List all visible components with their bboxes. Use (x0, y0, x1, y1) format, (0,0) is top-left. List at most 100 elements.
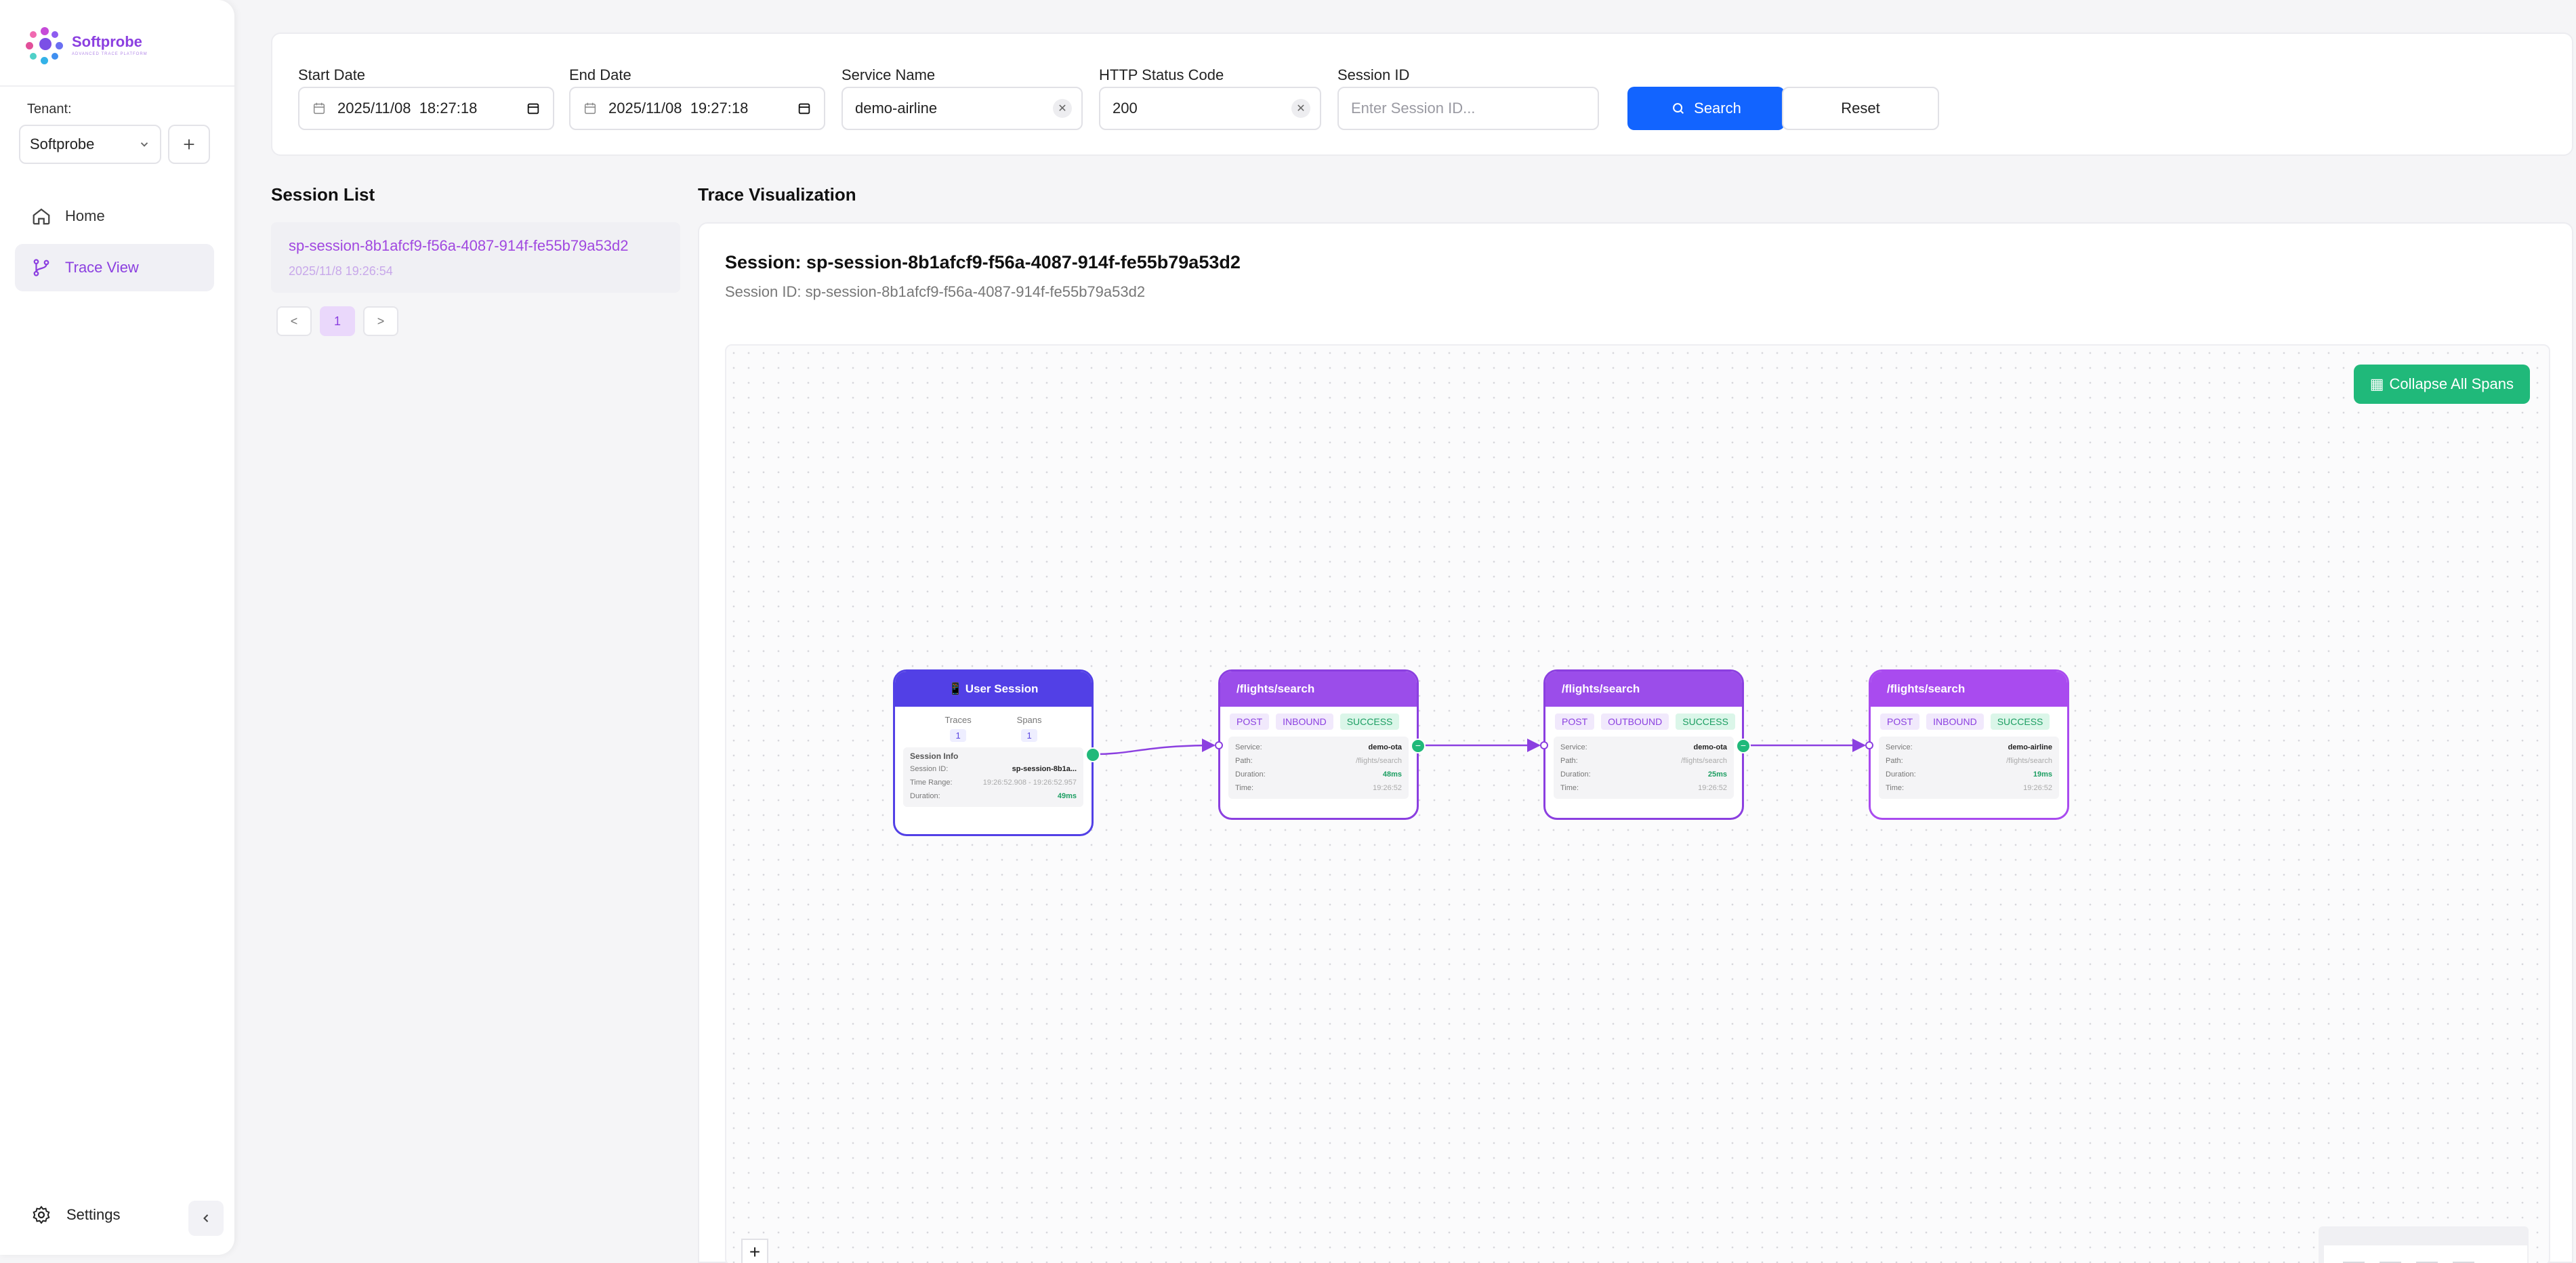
status-code-input[interactable]: 200 ✕ (1099, 87, 1321, 130)
reset-button[interactable]: Reset (1782, 87, 1939, 130)
method-tag: POST (1880, 713, 1920, 730)
end-date-value: 2025/11/08 19:27:18 (608, 100, 749, 117)
list-item[interactable]: sp-session-8b1afcf9-f56a-4087-914f-fe55b… (271, 222, 680, 293)
span-info-box: Service: demo-ota Path: /flights/search Du… (1554, 737, 1734, 799)
input-handle[interactable] (1865, 741, 1873, 749)
settings-link[interactable]: Settings (31, 1205, 121, 1225)
gear-icon (33, 1205, 50, 1224)
info-label: Duration: (1235, 770, 1266, 779)
add-tenant-button[interactable] (168, 125, 210, 164)
tenant-label: Tenant: (27, 102, 72, 117)
start-date-label: Start Date (298, 66, 366, 83)
trace-canvas[interactable]: ▦ Collapse All Spans 📱 User Session Trac… (725, 344, 2550, 1263)
info-value: 19:26:52 (1698, 784, 1727, 792)
logo[interactable]: Softprobe ADVANCED TRACE PLATFORM (26, 24, 148, 65)
session-list-title: Session List (271, 184, 375, 205)
collapse-span-handle[interactable]: − (1736, 739, 1751, 753)
logo-mark-icon (26, 24, 66, 65)
session-id-label: Session ID (1337, 66, 1410, 83)
info-label: Time Range: (910, 779, 953, 787)
info-value: 48ms (1382, 770, 1402, 779)
spans-count: 1 (1021, 729, 1037, 742)
direction-tag: INBOUND (1276, 713, 1333, 730)
session-item-id: sp-session-8b1afcf9-f56a-4087-914f-fe55b… (289, 237, 629, 254)
sidebar-item-label: Trace View (65, 259, 139, 276)
span-node[interactable]: /flights/search POST OUTBOUND SUCCESS Se… (1540, 669, 1751, 820)
span-title: /flights/search (1237, 682, 1315, 695)
span-title: /flights/search (1887, 682, 1966, 695)
span-header: /flights/search (1871, 671, 2067, 707)
input-handle[interactable] (1540, 741, 1548, 749)
prev-page-button[interactable]: < (276, 306, 312, 336)
span-node[interactable]: /flights/search POST INBOUND SUCCESS Ser… (1215, 669, 1426, 820)
user-session-node[interactable]: 📱 User Session Traces 1 Spans 1 Session … (893, 669, 1100, 836)
trace-session-title: Session: sp-session-8b1afcf9-f56a-4087-9… (725, 252, 1241, 272)
tenant-select-value: Softprobe (30, 136, 95, 152)
info-value: 25ms (1707, 770, 1727, 779)
calendar-icon (313, 102, 325, 115)
branch-icon (33, 259, 49, 276)
start-date-input[interactable]: 2025/11/08 18:27:18 (298, 87, 554, 130)
zoom-in-button[interactable]: + (741, 1239, 768, 1263)
trace-visualization-title: Trace Visualization (698, 184, 856, 205)
info-label: Service: (1560, 743, 1587, 751)
calendar-icon (584, 102, 596, 115)
filter-bar: Start Date 2025/11/08 18:27:18 End Date … (271, 33, 2573, 156)
search-button[interactable]: Search (1627, 87, 1785, 130)
info-value: 19:26:52 (1373, 784, 1402, 792)
sidebar-divider (0, 85, 234, 87)
session-info-title: Session Info (910, 751, 959, 761)
info-label: Time: (1235, 784, 1254, 792)
next-page-button[interactable]: > (363, 306, 398, 336)
span-info-box: Service: demo-ota Path: /flights/search Du… (1228, 737, 1409, 799)
minimap[interactable] (2319, 1226, 2529, 1263)
session-info-box: Session Info Session ID: sp-session-8b1a.… (903, 747, 1083, 807)
span-header: /flights/search (1545, 671, 1742, 707)
info-label: Path: (1560, 757, 1578, 765)
plus-icon (184, 139, 194, 150)
session-id-input[interactable]: Enter Session ID... (1337, 87, 1599, 130)
info-value: demo-ota (1693, 743, 1728, 751)
clear-icon[interactable]: ✕ (1291, 99, 1310, 118)
clear-icon[interactable]: ✕ (1053, 99, 1072, 118)
span-node[interactable]: /flights/search POST INBOUND SUCCESS Ser… (1865, 669, 2069, 820)
direction-tag: OUTBOUND (1601, 713, 1669, 730)
info-value: /flights/search (1681, 757, 1727, 765)
end-date-input[interactable]: 2025/11/08 19:27:18 (569, 87, 825, 130)
span-info-box: Service: demo-airline Path: /flights/searc… (1879, 737, 2059, 799)
search-icon (1673, 103, 1684, 115)
tenant-select[interactable]: Softprobe (19, 125, 161, 164)
chevron-down-icon (140, 142, 148, 147)
info-label: Service: (1886, 743, 1913, 751)
search-button-label: Search (1694, 100, 1741, 117)
status-badge: SUCCESS (1990, 713, 2050, 730)
info-value: 19:26:52 (2023, 784, 2052, 792)
page-1-button[interactable]: 1 (320, 306, 355, 336)
collapse-span-handle[interactable]: − (1411, 739, 1426, 753)
service-name-input[interactable]: demo-airline ✕ (842, 87, 1083, 130)
method-tag: POST (1555, 713, 1595, 730)
traces-label: Traces (944, 715, 972, 725)
start-date-value: 2025/11/08 18:27:18 (337, 100, 478, 117)
output-handle[interactable] (1085, 747, 1100, 762)
span-title: /flights/search (1562, 682, 1640, 695)
settings-label: Settings (66, 1206, 121, 1223)
collapse-sidebar-button[interactable] (188, 1201, 224, 1236)
sidebar-item-trace-view[interactable]: Trace View (15, 244, 214, 291)
sidebar-item-label: Home (65, 207, 105, 224)
info-value: sp-session-8b1a... (1012, 765, 1077, 773)
info-label: Service: (1235, 743, 1262, 751)
status-code-value: 200 (1113, 100, 1138, 117)
sidebar-item-home[interactable]: Home (15, 192, 214, 240)
info-label: Time: (1560, 784, 1579, 792)
info-label: Session ID: (910, 765, 949, 773)
spans-label: Spans (1016, 715, 1042, 725)
info-label: Path: (1886, 757, 1903, 765)
calendar-picker-icon[interactable] (797, 101, 812, 116)
logo-title: Softprobe (72, 33, 142, 50)
input-handle[interactable] (1215, 741, 1223, 749)
calendar-picker-icon[interactable] (526, 101, 541, 116)
edge-session-to-span1 (1095, 739, 1216, 755)
info-label: Path: (1235, 757, 1253, 765)
chevron-left-icon (203, 1214, 209, 1222)
